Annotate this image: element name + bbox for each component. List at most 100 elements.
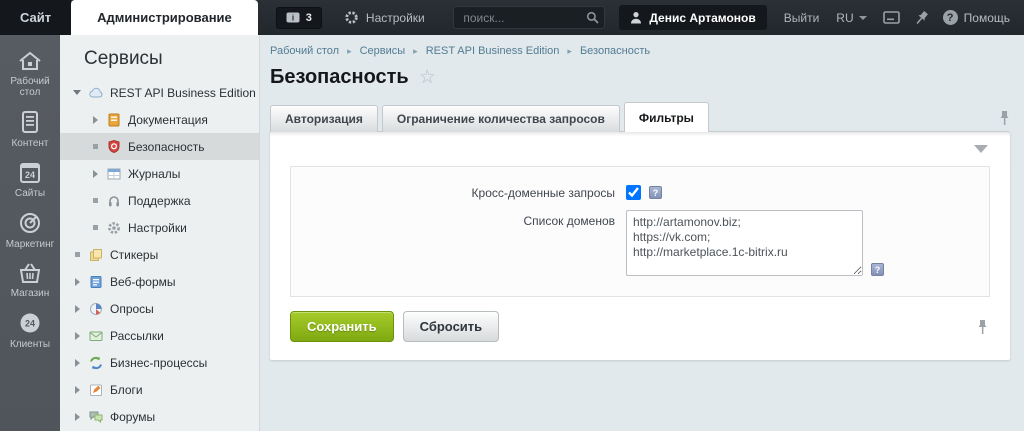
journals-table-icon bbox=[106, 166, 122, 182]
rail-item-store[interactable]: Магазин bbox=[0, 261, 60, 299]
topbar: Сайт Администрирование i 3 Настройки Ден bbox=[0, 0, 1024, 35]
rail-item-content[interactable]: Контент bbox=[0, 109, 60, 149]
chevron-expanded-icon bbox=[73, 90, 81, 95]
breadcrumb-item[interactable]: Рабочий стол bbox=[270, 45, 339, 57]
clients-24-icon: 24 bbox=[17, 310, 43, 336]
user-name: Денис Артамонов bbox=[649, 11, 755, 25]
documentation-book-icon bbox=[106, 112, 122, 128]
help-icon[interactable] bbox=[649, 186, 662, 199]
rail-item-clients[interactable]: 24 Клиенты bbox=[0, 310, 60, 350]
tree-arrow[interactable] bbox=[70, 386, 84, 394]
tab-administration[interactable]: Администрирование bbox=[71, 0, 258, 35]
svg-text:24: 24 bbox=[25, 170, 35, 180]
domains-row: Список доменов http://artamonov.biz; htt… bbox=[291, 210, 989, 276]
language-selector[interactable]: RU bbox=[836, 11, 866, 25]
rail-item-marketing[interactable]: Маркетинг bbox=[0, 210, 60, 250]
help-button[interactable]: Помощь bbox=[943, 10, 1010, 25]
tree-item-settings[interactable]: Настройки bbox=[60, 214, 259, 241]
tree-item-label: Веб-формы bbox=[110, 275, 176, 289]
content-area: Рабочий стол Сервисы REST API Business E… bbox=[260, 35, 1024, 431]
form-tabs: Авторизация Ограничение количества запро… bbox=[270, 102, 1010, 132]
domains-textarea[interactable]: http://artamonov.biz; https://vk.com; ht… bbox=[626, 210, 863, 276]
logout-link[interactable]: Выйти bbox=[784, 11, 820, 25]
tab-authorization[interactable]: Авторизация bbox=[270, 105, 378, 132]
chevron-collapsed-icon bbox=[75, 332, 80, 340]
help-label: Помощь bbox=[964, 11, 1010, 25]
tree-arrow[interactable] bbox=[88, 170, 102, 178]
tree-item-label: Форумы bbox=[110, 410, 155, 424]
tree-arrow[interactable] bbox=[70, 305, 84, 313]
tree-item-documentation[interactable]: Документация bbox=[60, 106, 259, 133]
pin-icon[interactable] bbox=[912, 8, 931, 27]
hotkeys-monitor-icon[interactable] bbox=[883, 11, 900, 24]
breadcrumb-item[interactable]: REST API Business Edition bbox=[426, 45, 560, 57]
tree-item-stickers[interactable]: Стикеры bbox=[60, 241, 259, 268]
cross-domain-row: Кросс-доменные запросы bbox=[291, 185, 989, 200]
chevron-collapsed-icon bbox=[93, 116, 98, 124]
rail-item-desktop[interactable]: Рабочий стол bbox=[0, 49, 60, 98]
tree-item-security[interactable]: Безопасность bbox=[60, 133, 259, 160]
tree-arrow[interactable] bbox=[70, 413, 84, 421]
marketing-target-icon bbox=[17, 210, 43, 236]
notification-monitor-icon: i bbox=[286, 12, 300, 23]
tree-item-webforms[interactable]: Веб-формы bbox=[60, 268, 259, 295]
leaf-bullet-icon bbox=[93, 225, 98, 230]
breadcrumb-item[interactable]: Безопасность bbox=[580, 45, 650, 57]
bitrix-admin-app: Сайт Администрирование i 3 Настройки Ден bbox=[0, 0, 1024, 431]
tree-item-journals[interactable]: Журналы bbox=[60, 160, 259, 187]
tree-item-rest-api[interactable]: REST API Business Edition bbox=[60, 79, 259, 106]
settings-dropdown-arrow-icon[interactable] bbox=[974, 145, 988, 153]
tree-item-label: Рассылки bbox=[110, 329, 164, 343]
cross-domain-label: Кросс-доменные запросы bbox=[291, 186, 626, 200]
pin-icon[interactable] bbox=[999, 110, 1010, 126]
favorite-star-icon[interactable] bbox=[419, 68, 436, 87]
rail-item-sites[interactable]: 24 Сайты bbox=[0, 160, 60, 199]
rail-label: Рабочий стол bbox=[0, 76, 60, 98]
tab-site[interactable]: Сайт bbox=[0, 0, 71, 35]
gear-icon bbox=[106, 220, 122, 236]
search-icon[interactable] bbox=[586, 11, 599, 29]
reset-button[interactable]: Сбросить bbox=[403, 311, 500, 342]
tree-arrow[interactable] bbox=[88, 116, 102, 124]
leaf-bullet-icon bbox=[75, 252, 80, 257]
help-icon[interactable] bbox=[871, 263, 884, 276]
tree-item-bizproc[interactable]: Бизнес-процессы bbox=[60, 349, 259, 376]
language-code: RU bbox=[836, 11, 853, 25]
save-button[interactable]: Сохранить bbox=[290, 311, 394, 342]
tree-item-blogs[interactable]: Блоги bbox=[60, 376, 259, 403]
store-basket-icon bbox=[16, 261, 44, 285]
sites-calendar-icon: 24 bbox=[17, 160, 43, 185]
topbar-spacer bbox=[425, 0, 454, 35]
tab-request-limits[interactable]: Ограничение количества запросов bbox=[382, 105, 620, 132]
cross-domain-checkbox[interactable] bbox=[626, 185, 641, 200]
tab-filters[interactable]: Фильтры bbox=[624, 102, 709, 132]
tree-item-support[interactable]: Поддержка bbox=[60, 187, 259, 214]
user-menu-button[interactable]: Денис Артамонов bbox=[619, 5, 766, 30]
tree-item-label: Журналы bbox=[128, 167, 180, 181]
security-shield-icon bbox=[106, 139, 122, 155]
tree-item-mailings[interactable]: Рассылки bbox=[60, 322, 259, 349]
mail-envelope-icon bbox=[88, 328, 104, 344]
topbar-settings-label: Настройки bbox=[366, 11, 425, 25]
tree-arrow[interactable] bbox=[70, 90, 84, 95]
panel-toolbar bbox=[270, 132, 1010, 166]
tree-arrow[interactable] bbox=[70, 278, 84, 286]
tree-item-label: Настройки bbox=[128, 221, 187, 235]
breadcrumb-item[interactable]: Сервисы bbox=[360, 45, 406, 57]
tree-arrow[interactable] bbox=[70, 359, 84, 367]
pin-icon[interactable] bbox=[977, 319, 988, 335]
breadcrumb-separator-icon bbox=[339, 46, 360, 57]
search-box bbox=[453, 6, 605, 29]
chevron-collapsed-icon bbox=[75, 413, 80, 421]
left-rail: Рабочий стол Контент 24 Сайты Маркетинг … bbox=[0, 35, 60, 431]
notifications-button[interactable]: i 3 bbox=[276, 7, 322, 29]
tree-arrow[interactable] bbox=[70, 332, 84, 340]
tree-item-polls[interactable]: Опросы bbox=[60, 295, 259, 322]
chevron-down-icon bbox=[859, 16, 867, 20]
tree-item-label: REST API Business Edition bbox=[110, 86, 256, 100]
domains-controls: http://artamonov.biz; https://vk.com; ht… bbox=[626, 210, 884, 276]
search-input[interactable] bbox=[453, 6, 605, 29]
topbar-settings-button[interactable]: Настройки bbox=[344, 0, 425, 35]
breadcrumb: Рабочий стол Сервисы REST API Business E… bbox=[270, 45, 1010, 57]
tree-item-forums[interactable]: Форумы bbox=[60, 403, 259, 430]
